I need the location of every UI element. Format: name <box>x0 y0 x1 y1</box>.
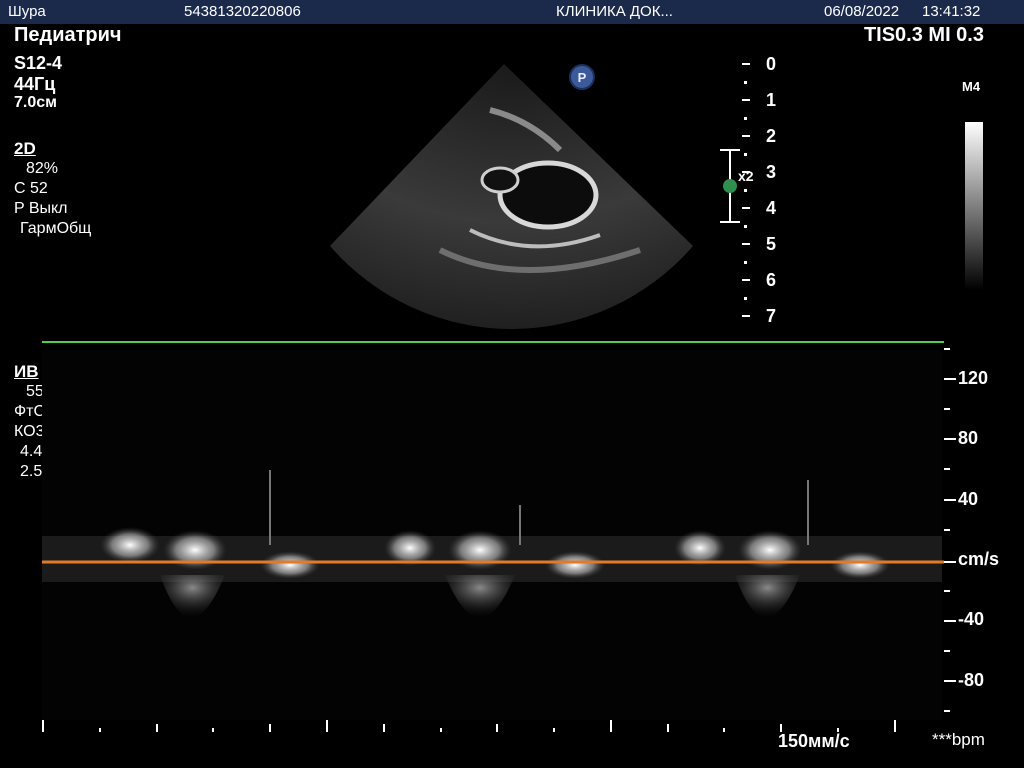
doppler-flow-blob <box>545 551 605 579</box>
doppler-flow-blob <box>163 530 227 570</box>
cardiac-chamber-small <box>480 166 520 194</box>
doppler-flow-blob <box>830 551 890 579</box>
velocity-label: -40 <box>958 609 985 629</box>
doppler-spectrum <box>42 350 942 720</box>
depth-scale <box>742 63 750 317</box>
time-axis <box>42 720 896 732</box>
doppler-flow-blob <box>100 527 160 563</box>
sample-gate[interactable] <box>720 149 740 223</box>
velocity-unit: cm/s <box>958 549 1000 569</box>
velocity-label: 40 <box>958 489 979 509</box>
depth-label: 6 <box>766 270 777 290</box>
grayscale-map-bar <box>965 122 983 290</box>
velocity-scale <box>944 348 956 712</box>
depth-label: 4 <box>766 198 777 218</box>
depth-label: 2 <box>766 126 777 146</box>
sweep-speed: 150мм/с <box>778 731 850 751</box>
heart-rate: ***bpm <box>932 730 985 749</box>
map-label: M4 <box>962 79 981 94</box>
gate-handle <box>723 179 737 193</box>
image-canvas: P <box>42 63 983 732</box>
p-badge-letter: P <box>578 70 587 85</box>
depth-label: 3 <box>766 162 777 182</box>
velocity-label: 120 <box>958 368 989 388</box>
doppler-flow-blob <box>260 551 320 579</box>
doppler-flow-blob <box>738 530 802 570</box>
ultrasound-screen: Шура 54381320220806 КЛИНИКА ДОК... 06/08… <box>0 0 1024 768</box>
depth-label: 0 <box>766 54 777 74</box>
zoom-label: x2 <box>738 168 754 184</box>
depth-label: 5 <box>766 234 777 254</box>
sector-image <box>330 64 693 329</box>
depth-label: 1 <box>766 90 777 110</box>
velocity-label: 80 <box>958 428 979 448</box>
doppler-flow-blob <box>448 530 512 570</box>
velocity-label: -80 <box>958 670 985 690</box>
depth-label: 7 <box>766 306 777 326</box>
